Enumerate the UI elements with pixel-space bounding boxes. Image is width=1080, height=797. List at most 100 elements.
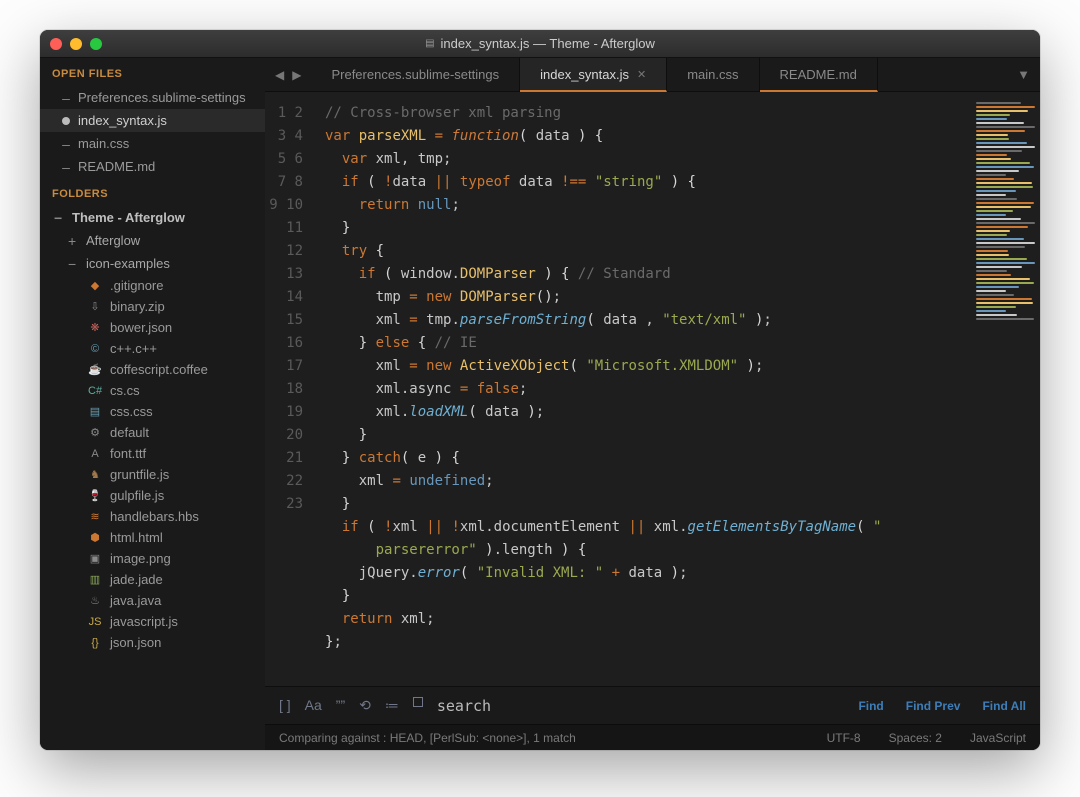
editor-tab[interactable]: main.css (667, 58, 759, 91)
open-file-label: Preferences.sublime-settings (78, 90, 246, 105)
file-item[interactable]: ♨java.java (40, 590, 265, 611)
editor-tab[interactable]: Preferences.sublime-settings (311, 58, 520, 91)
wrap-icon[interactable]: ⟲ (359, 697, 371, 714)
file-item[interactable]: JSjavascript.js (40, 611, 265, 632)
open-file-label: README.md (78, 159, 155, 174)
file-type-icon: {} (88, 637, 102, 649)
folder-item[interactable]: +Afterglow (40, 229, 265, 252)
file-item[interactable]: ▣image.png (40, 548, 265, 569)
minimap-line (976, 318, 1034, 320)
file-label: binary.zip (110, 299, 165, 314)
minimap-line (976, 138, 1009, 140)
file-item[interactable]: ⚙default (40, 422, 265, 443)
minimap-line (976, 314, 1017, 316)
open-file-item[interactable]: index_syntax.js (40, 109, 265, 132)
minimap-line (976, 254, 1009, 256)
open-files-header: OPEN FILES (40, 58, 265, 86)
file-label: default (110, 425, 149, 440)
file-item[interactable]: ©c++.c++ (40, 338, 265, 359)
file-item[interactable]: ❋bower.json (40, 317, 265, 338)
file-label: json.json (110, 635, 161, 650)
folders-header: FOLDERS (40, 178, 265, 206)
open-file-item[interactable]: –README.md (40, 155, 265, 178)
find-prev-button[interactable]: Find Prev (906, 699, 961, 713)
find-button[interactable]: Find (858, 699, 883, 713)
minimap-line (976, 190, 1016, 192)
unmodified-dash-icon: – (62, 91, 70, 105)
window-maximize-button[interactable] (90, 38, 102, 50)
minimap-line (976, 122, 1024, 124)
file-type-icon: C# (88, 385, 102, 397)
open-file-label: main.css (78, 136, 129, 151)
minimap-line (976, 262, 1035, 264)
find-all-button[interactable]: Find All (982, 699, 1026, 713)
code-content[interactable]: // Cross-browser xml parsing var parseXM… (315, 92, 970, 686)
code-editor[interactable]: 1 2 3 4 5 6 7 8 9 10 11 12 13 14 15 16 1… (265, 92, 1040, 686)
minimap-line (976, 198, 1017, 200)
file-item[interactable]: 🍷gulpfile.js (40, 485, 265, 506)
file-item[interactable]: {} json.json (40, 632, 265, 653)
minimap-line (976, 310, 1006, 312)
in-selection-icon[interactable]: ≔ (385, 697, 399, 714)
file-type-icon: ♞ (88, 468, 102, 481)
file-label: .gitignore (110, 278, 163, 293)
file-type-icon: 🍷 (88, 489, 102, 502)
minimap-line (976, 186, 1033, 188)
minimap-line (976, 142, 1027, 144)
window-title-text: index_syntax.js — Theme - Afterglow (441, 36, 655, 51)
window-minimize-button[interactable] (70, 38, 82, 50)
minimap-line (976, 150, 1022, 152)
search-input[interactable]: search (437, 697, 845, 715)
folder-root-label: Theme - Afterglow (72, 210, 185, 225)
file-item[interactable]: ≋ handlebars.hbs (40, 506, 265, 527)
file-item[interactable]: ▤css.css (40, 401, 265, 422)
minimap-line (976, 294, 1014, 296)
folder-root[interactable]: − Theme - Afterglow (40, 206, 265, 229)
file-type-icon: ≋ (88, 510, 102, 523)
status-encoding[interactable]: UTF-8 (827, 731, 861, 745)
document-icon: ▤ (425, 38, 434, 49)
file-item[interactable]: ⬢html.html (40, 527, 265, 548)
status-spaces[interactable]: Spaces: 2 (889, 731, 942, 745)
minimap-line (976, 106, 1035, 108)
tab-close-icon[interactable]: ✕ (637, 68, 646, 81)
file-item[interactable]: ◆.gitignore (40, 275, 265, 296)
file-label: cs.cs (110, 383, 140, 398)
tab-overflow-icon[interactable]: ▼ (1007, 58, 1040, 91)
minimap-line (976, 114, 1010, 116)
minimap-line (976, 226, 1028, 228)
regex-icon[interactable]: [ ] (279, 697, 291, 714)
file-item[interactable]: ⇩binary.zip (40, 296, 265, 317)
folder-item[interactable]: −icon-examples (40, 252, 265, 275)
file-label: image.png (110, 551, 171, 566)
open-file-item[interactable]: –Preferences.sublime-settings (40, 86, 265, 109)
highlight-icon[interactable] (413, 697, 423, 707)
file-item[interactable]: Afont.ttf (40, 443, 265, 464)
open-file-item[interactable]: –main.css (40, 132, 265, 155)
sidebar: OPEN FILES –Preferences.sublime-settings… (40, 58, 265, 750)
file-label: html.html (110, 530, 163, 545)
minimap-line (976, 298, 1032, 300)
file-item[interactable]: ▥jade.jade (40, 569, 265, 590)
whole-word-icon[interactable]: ”” (336, 697, 345, 714)
line-number-gutter: 1 2 3 4 5 6 7 8 9 10 11 12 13 14 15 16 1… (265, 92, 315, 686)
minimap[interactable] (970, 92, 1040, 686)
tab-label: Preferences.sublime-settings (331, 67, 499, 82)
minimap-line (976, 218, 1021, 220)
minimap-line (976, 130, 1025, 132)
file-type-icon: ▥ (88, 573, 102, 586)
minimap-line (976, 154, 1007, 156)
file-item[interactable]: ☕coffescript.coffee (40, 359, 265, 380)
tab-label: main.css (687, 67, 738, 82)
case-sensitive-icon[interactable]: Aa (305, 697, 322, 714)
minimap-line (976, 126, 1035, 128)
file-item[interactable]: C# cs.cs (40, 380, 265, 401)
tab-history-forward-icon[interactable]: ▶ (290, 66, 303, 84)
status-syntax[interactable]: JavaScript (970, 731, 1026, 745)
file-item[interactable]: ♞gruntfile.js (40, 464, 265, 485)
editor-tab[interactable]: README.md (760, 58, 878, 92)
window-close-button[interactable] (50, 38, 62, 50)
tab-history-back-icon[interactable]: ◀ (273, 66, 286, 84)
editor-tab[interactable]: index_syntax.js✕ (520, 58, 667, 92)
file-label: handlebars.hbs (110, 509, 199, 524)
